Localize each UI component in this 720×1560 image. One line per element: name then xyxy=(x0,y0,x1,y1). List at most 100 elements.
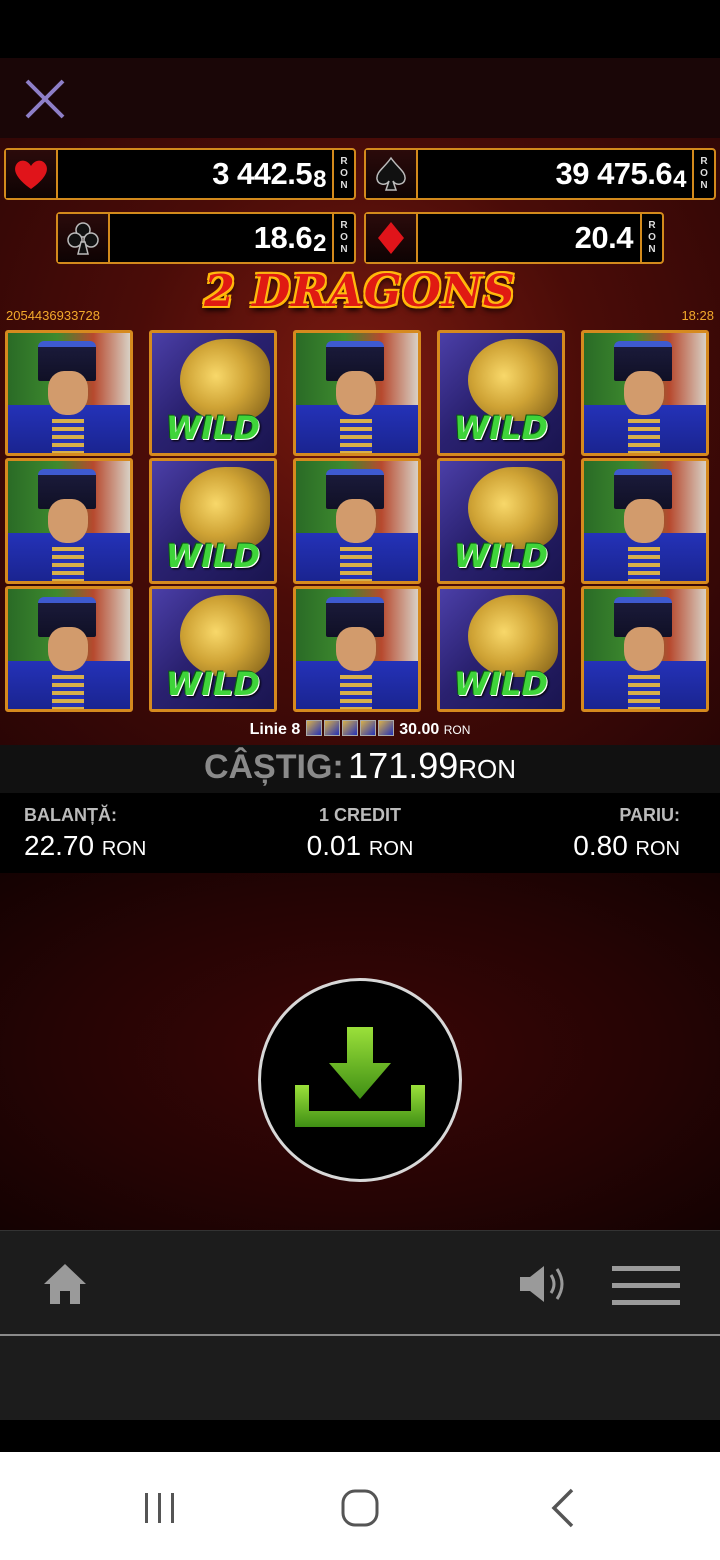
mandarin-face xyxy=(336,499,376,543)
jackpot-spade-value: 39 475.6 xyxy=(555,156,673,191)
balance-label: BALANȚĂ: xyxy=(24,805,117,825)
mandarin-robe-trim xyxy=(340,547,372,581)
jackpot-currency: RON xyxy=(332,150,354,198)
win-line-amount: 30.00 xyxy=(399,721,440,738)
wild-symbol: WILD xyxy=(437,586,565,712)
jackpot-diamond-value: 20.4 xyxy=(574,220,634,255)
recents-button[interactable] xyxy=(140,1488,180,1528)
credit-currency: RON xyxy=(368,838,414,860)
credit: 1 CREDIT 0.01 RON xyxy=(260,805,460,862)
balance: BALANȚĂ: 22.70 RON xyxy=(24,805,146,862)
bet[interactable]: PARIU: 0.80 RON xyxy=(573,805,680,862)
wild-symbol: WILD xyxy=(149,586,277,712)
mandarin-face xyxy=(624,499,664,543)
jackpot-club: 18.6 2 RON xyxy=(56,212,356,264)
status-bar xyxy=(0,0,720,58)
home-button[interactable] xyxy=(40,1260,90,1308)
close-icon xyxy=(25,79,65,119)
credit-value: 0.01 xyxy=(306,830,362,861)
mandarin-robe-trim xyxy=(52,547,84,581)
mandarin-face xyxy=(336,371,376,415)
mandarin-robe-trim xyxy=(52,675,84,709)
hamburger-menu-icon xyxy=(612,1266,680,1305)
wild-label: WILD xyxy=(165,665,261,703)
android-home-button[interactable] xyxy=(338,1486,382,1530)
jackpot-spade: 39 475.6 4 RON xyxy=(364,148,716,200)
mandarin-symbol xyxy=(293,330,421,456)
collect-button[interactable] xyxy=(258,978,462,1182)
mandarin-symbol xyxy=(5,330,133,456)
circle-home-icon xyxy=(341,1489,379,1527)
game-bottom-panel xyxy=(0,1336,720,1420)
mandarin-robe-trim xyxy=(628,547,660,581)
speaker-icon xyxy=(520,1266,564,1302)
wild-label: WILD xyxy=(453,537,549,575)
game-header xyxy=(0,58,720,138)
reels-grid: WILD WILD WILD WILD WILD WILD xyxy=(5,330,715,720)
wild-label: WILD xyxy=(453,665,549,703)
mandarin-robe-trim xyxy=(628,419,660,453)
info-bar: BALANȚĂ: 22.70 RON 1 CREDIT 0.01 RON PAR… xyxy=(0,795,720,873)
mandarin-face xyxy=(48,499,88,543)
wild-label: WILD xyxy=(165,537,261,575)
mandarin-symbol xyxy=(5,458,133,584)
android-back-button[interactable] xyxy=(546,1486,580,1530)
mandarin-robe-trim xyxy=(52,419,84,453)
gap xyxy=(0,1420,720,1452)
jackpot-heart-tail: 8 xyxy=(313,166,326,193)
jackpot-currency: RON xyxy=(332,214,354,262)
wild-label: WILD xyxy=(165,409,261,447)
mandarin-symbol xyxy=(581,586,709,712)
back-chevron-icon xyxy=(551,1488,574,1528)
recents-icon xyxy=(145,1493,174,1523)
menu-button[interactable] xyxy=(610,1264,682,1308)
jackpot-club-tail: 2 xyxy=(313,230,326,257)
heart-icon xyxy=(6,150,58,198)
bet-label: PARIU: xyxy=(619,805,680,825)
win-bar: CÂȘTIG: 171.99RON xyxy=(0,745,720,793)
win-line-label: Linie 8 xyxy=(249,721,301,738)
home-icon xyxy=(44,1264,86,1304)
sound-button[interactable] xyxy=(516,1260,572,1308)
bet-currency: RON xyxy=(635,838,680,860)
win-label: CÂȘTIG: xyxy=(203,748,344,786)
mandarin-face xyxy=(48,627,88,671)
win-line-info: Linie 8 30.00 RON xyxy=(0,720,720,742)
win-line-symbols xyxy=(305,720,395,738)
wild-label: WILD xyxy=(453,409,549,447)
mandarin-symbol xyxy=(5,586,133,712)
balance-value: 22.70 xyxy=(24,830,95,861)
club-icon xyxy=(58,214,110,262)
jackpot-heart: 3 442.5 8 RON xyxy=(4,148,356,200)
jackpot-heart-value: 3 442.5 xyxy=(212,156,313,191)
bet-value: 0.80 xyxy=(573,830,628,861)
clock: 18:28 xyxy=(681,308,714,323)
diamond-icon xyxy=(366,214,418,262)
win-currency: RON xyxy=(458,754,517,784)
win-line-currency: RON xyxy=(443,723,471,737)
balance-currency: RON xyxy=(101,838,147,860)
wild-symbol: WILD xyxy=(437,458,565,584)
wild-symbol: WILD xyxy=(149,458,277,584)
mandarin-robe-trim xyxy=(628,675,660,709)
mandarin-symbol xyxy=(581,458,709,584)
jackpot-club-value: 18.6 xyxy=(253,220,313,255)
jackpot-diamond: 20.4 RON xyxy=(364,212,664,264)
game-logo: 2 DRAGONS xyxy=(204,266,516,317)
jackpot-spade-tail: 4 xyxy=(673,166,686,193)
round-id: 2054436933728 xyxy=(6,308,100,323)
mandarin-face xyxy=(624,371,664,415)
spade-icon xyxy=(366,150,418,198)
mandarin-symbol xyxy=(581,330,709,456)
wild-symbol: WILD xyxy=(149,330,277,456)
jackpot-currency: RON xyxy=(692,150,714,198)
jackpot-currency: RON xyxy=(640,214,662,262)
mandarin-robe-trim xyxy=(340,419,372,453)
mandarin-face xyxy=(48,371,88,415)
mandarin-face xyxy=(624,627,664,671)
mandarin-robe-trim xyxy=(340,675,372,709)
close-button[interactable] xyxy=(22,76,68,122)
mandarin-symbol xyxy=(293,586,421,712)
credit-label: 1 CREDIT xyxy=(318,805,401,825)
mandarin-face xyxy=(336,627,376,671)
